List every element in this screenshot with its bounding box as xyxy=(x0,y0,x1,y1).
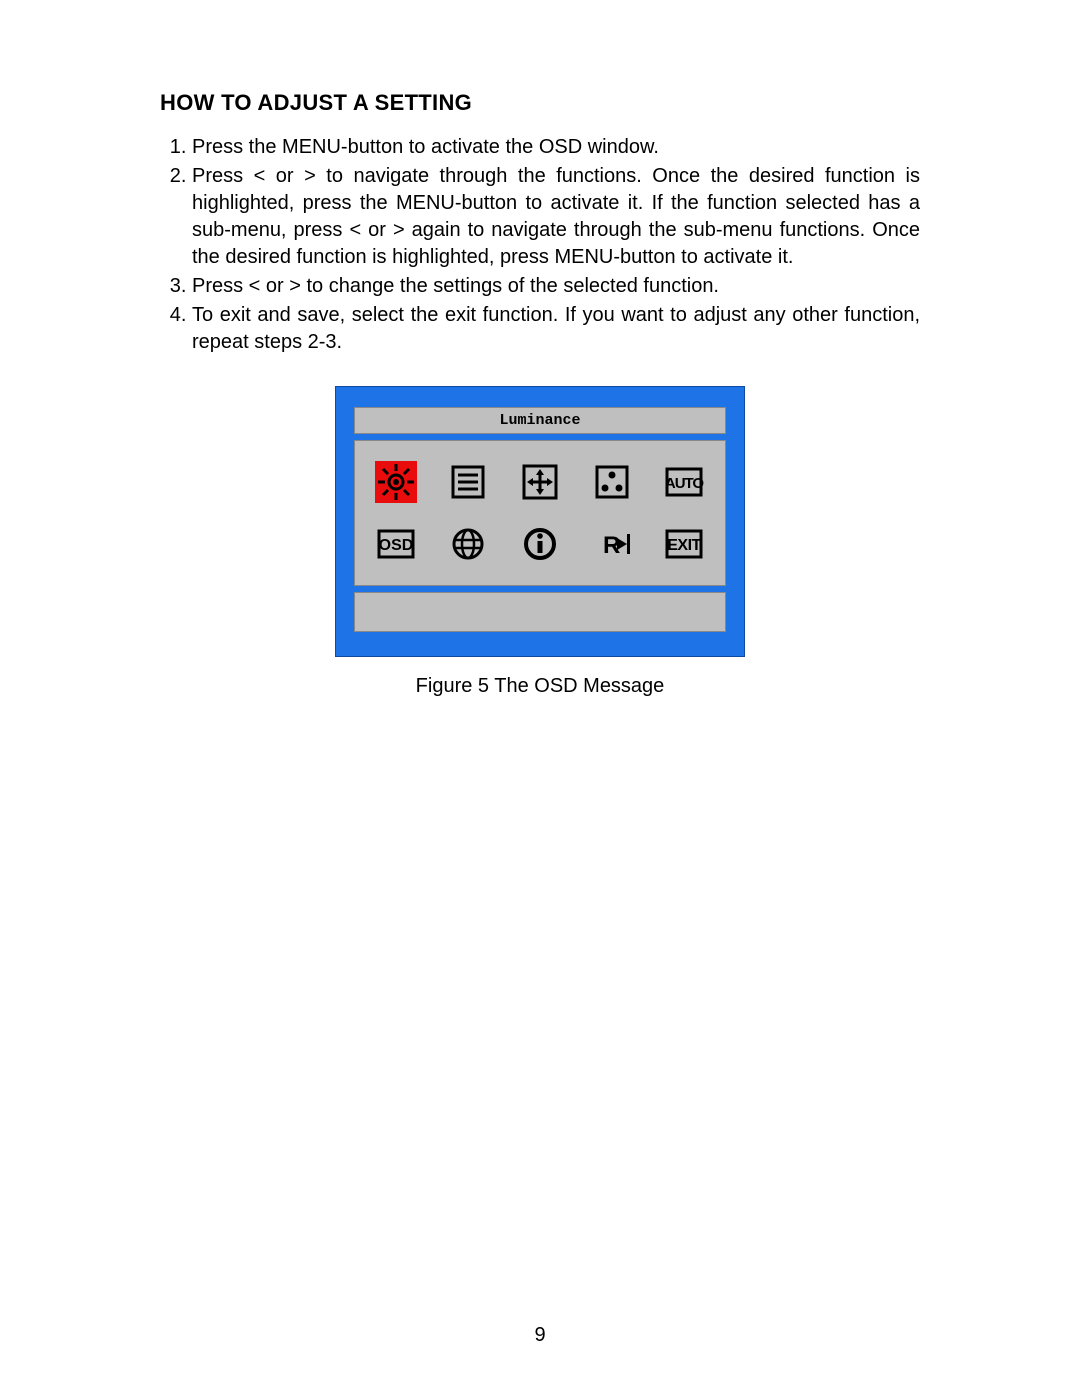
step-item: To exit and save, select the exit functi… xyxy=(192,302,920,356)
svg-text:EXIT: EXIT xyxy=(667,537,701,554)
position-icon[interactable] xyxy=(519,461,561,503)
information-icon[interactable] xyxy=(519,523,561,565)
svg-text:OSD: OSD xyxy=(379,537,414,554)
color-temp-icon[interactable] xyxy=(591,461,633,503)
osd-icon-row-2: OSD xyxy=(367,523,713,565)
luminance-icon[interactable] xyxy=(375,461,417,503)
reset-icon[interactable]: R xyxy=(591,523,633,565)
steps-list: Press the MENU-button to activate the OS… xyxy=(160,134,920,356)
language-icon[interactable] xyxy=(447,523,489,565)
section-heading: HOW TO ADJUST A SETTING xyxy=(160,90,920,116)
osd-title: Luminance xyxy=(354,407,726,434)
auto-icon[interactable]: AUTO xyxy=(663,461,705,503)
figure-caption: Figure 5 The OSD Message xyxy=(160,675,920,698)
osd-body: AUTO OSD xyxy=(354,440,726,586)
step-item: Press < or > to navigate through the fun… xyxy=(192,163,920,271)
image-setup-icon[interactable] xyxy=(447,461,489,503)
osd-setup-icon[interactable]: OSD xyxy=(375,523,417,565)
step-item: Press < or > to change the settings of t… xyxy=(192,273,920,300)
osd-icon-row-1: AUTO xyxy=(367,461,713,503)
page-number: 9 xyxy=(0,1324,1080,1347)
svg-text:AUTO: AUTO xyxy=(665,475,705,492)
exit-icon[interactable]: EXIT xyxy=(663,523,705,565)
step-item: Press the MENU-button to activate the OS… xyxy=(192,134,920,161)
osd-window: Luminance xyxy=(335,386,745,657)
osd-footer-bar xyxy=(354,592,726,632)
